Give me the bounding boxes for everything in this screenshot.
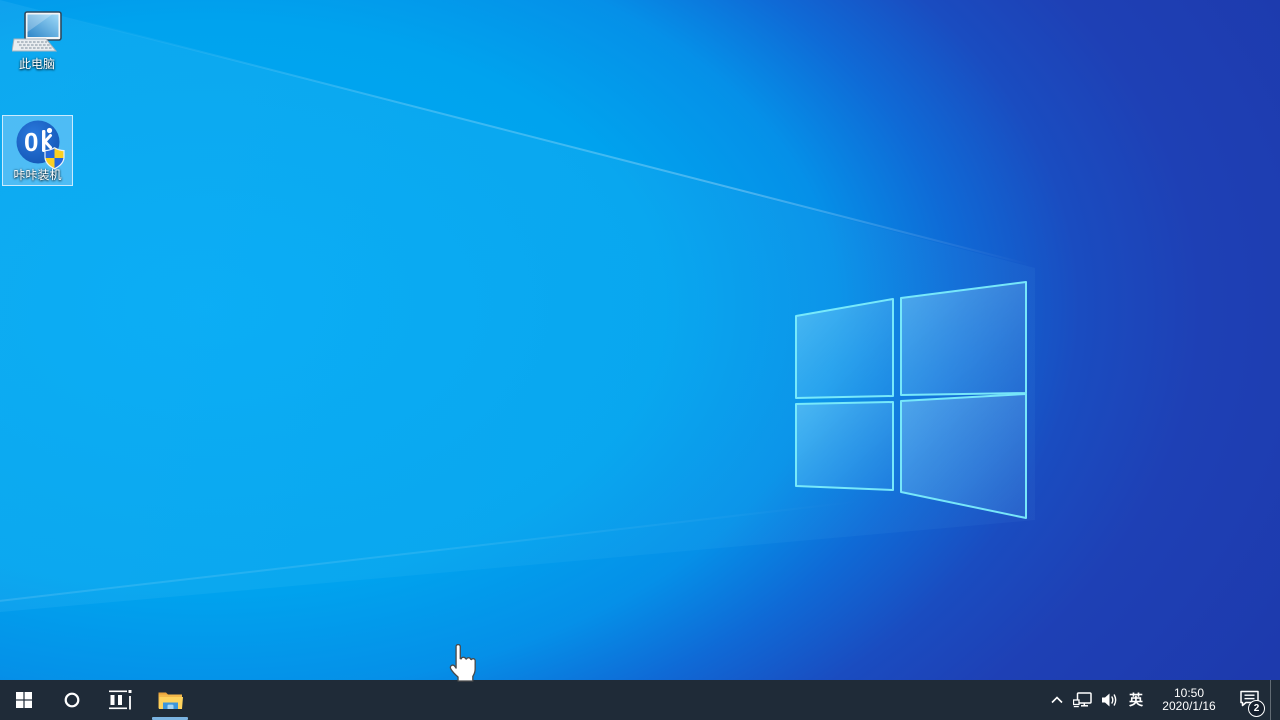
folder-icon [158, 692, 183, 709]
svg-text:0: 0 [24, 127, 38, 157]
desktop-wallpaper: 此电脑 0 咔咔装机 [0, 0, 1280, 680]
system-tray: 英 10:50 2020/1/16 2 [1045, 680, 1280, 720]
search-circle-icon [64, 692, 80, 708]
action-center-button[interactable]: 2 [1228, 680, 1270, 720]
show-hidden-icons-button[interactable] [1045, 680, 1069, 720]
clock[interactable]: 10:50 2020/1/16 [1150, 680, 1228, 720]
windows-logo-icon [16, 692, 32, 708]
desktop-icon-label: 咔咔装机 [13, 168, 62, 182]
file-explorer-button[interactable] [146, 680, 194, 720]
chevron-up-icon [1051, 696, 1063, 704]
notification-badge: 2 [1248, 700, 1265, 717]
windows-wallpaper-logo [795, 281, 1027, 519]
task-view-button[interactable] [96, 680, 144, 720]
tray-date: 2020/1/16 [1162, 699, 1216, 713]
desktop-icon-kaka-installer[interactable]: 0 咔咔装机 [2, 115, 73, 186]
desktop-icon-this-pc[interactable]: 此电脑 [1, 10, 73, 71]
light-ray [0, 0, 1065, 275]
uac-shield-icon [43, 147, 65, 170]
desktop-icon-label: 此电脑 [18, 57, 55, 71]
start-button[interactable] [0, 680, 48, 720]
light-beam [0, 0, 1035, 612]
speaker-icon [1101, 693, 1116, 707]
show-desktop-button[interactable] [1270, 680, 1280, 720]
ethernet-icon [1073, 692, 1092, 708]
task-view-icon [109, 690, 132, 710]
search-button[interactable] [48, 680, 96, 720]
volume-tray-button[interactable] [1096, 680, 1122, 720]
this-pc-icon [12, 11, 62, 52]
ime-indicator[interactable]: 英 [1122, 680, 1150, 720]
network-tray-button[interactable] [1069, 680, 1096, 720]
taskbar: 英 10:50 2020/1/16 2 [0, 680, 1280, 720]
